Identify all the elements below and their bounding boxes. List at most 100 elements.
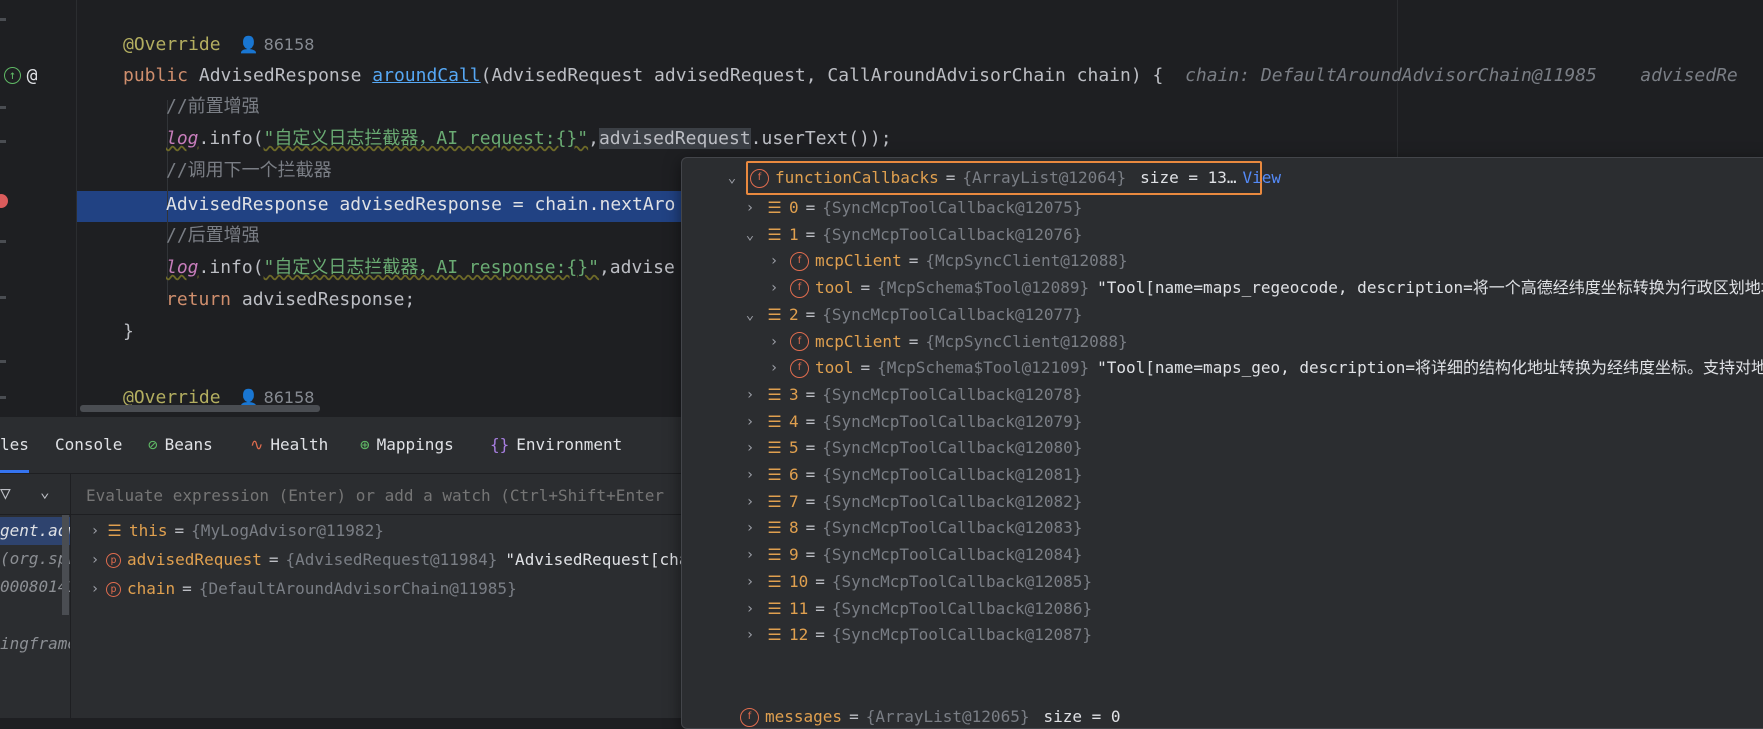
fold-marker <box>0 240 6 243</box>
tree-node-item[interactable]: › ☰ 0 = {SyncMcpToolCallback@12075} <box>740 194 1083 222</box>
chevron-right-icon[interactable]: › <box>740 381 760 409</box>
fold-marker <box>0 396 6 399</box>
tree-node-item[interactable]: › ☰ 3 = {SyncMcpToolCallback@12078} <box>740 381 1083 409</box>
code-comment: //后置增强 <box>166 225 260 246</box>
field-icon: f <box>790 358 809 378</box>
tree-node-item[interactable]: › ☰ 12 = {SyncMcpToolCallback@12087} <box>740 621 1092 649</box>
inline-debug-hint: chain: DefaultAroundAdvisorChain@11985 <box>1185 65 1597 86</box>
horizontal-scrollbar[interactable] <box>80 405 320 412</box>
fold-marker <box>0 360 6 363</box>
chevron-right-icon[interactable]: › <box>740 488 760 516</box>
tree-node-item[interactable]: ⌄ ☰ 2 = {SyncMcpToolCallback@12077} <box>740 301 1083 329</box>
object-icon: ☰ <box>767 518 782 538</box>
variable-row-chain[interactable]: › p chain = {DefaultAroundAdvisorChain@119… <box>84 575 517 603</box>
chevron-right-icon[interactable]: › <box>740 434 760 462</box>
frame-item[interactable] <box>0 601 70 629</box>
fold-marker <box>0 106 6 109</box>
chevron-right-icon[interactable]: › <box>764 274 784 302</box>
frames-scrollbar[interactable] <box>62 515 69 615</box>
tree-node-item[interactable]: › ☰ 4 = {SyncMcpToolCallback@12079} <box>740 408 1083 436</box>
chevron-right-icon[interactable]: › <box>740 514 760 542</box>
tree-node-item[interactable]: › ☰ 5 = {SyncMcpToolCallback@12080} <box>740 434 1083 462</box>
chevron-right-icon[interactable]: › <box>740 541 760 569</box>
object-icon: ☰ <box>767 224 782 244</box>
chevron-right-icon[interactable]: › <box>740 408 760 436</box>
parameter-icon: p <box>106 581 121 597</box>
tree-node-item[interactable]: › ☰ 6 = {SyncMcpToolCallback@12081} <box>740 461 1083 489</box>
code-line-signature: public AdvisedResponse aroundCall(Advise… <box>123 65 1738 86</box>
frame-item[interactable]: 00080143 <box>0 573 70 601</box>
object-icon: ☰ <box>767 571 782 591</box>
frame-item[interactable]: ingframew <box>0 630 70 658</box>
code-line-return: return advisedResponse; <box>166 289 416 310</box>
health-icon: ∿ <box>250 435 264 454</box>
tree-node-functionCallbacks[interactable]: ⌄ f functionCallbacks = {ArrayList@12064} s… <box>722 164 1281 192</box>
object-icon: ☰ <box>767 198 782 217</box>
chevron-right-icon[interactable]: › <box>740 461 760 489</box>
chevron-down-icon[interactable]: ⌄ <box>40 482 50 501</box>
object-icon: ☰ <box>767 438 782 458</box>
object-icon: ☰ <box>767 465 782 484</box>
fold-marker <box>0 140 6 143</box>
chevron-right-icon[interactable]: › <box>740 621 760 649</box>
tree-node-item[interactable]: › ☰ 8 = {SyncMcpToolCallback@12083} <box>740 514 1083 542</box>
tree-node-item[interactable]: › ☰ 9 = {SyncMcpToolCallback@12084} <box>740 541 1083 569</box>
chevron-right-icon[interactable]: › <box>740 595 760 623</box>
editor-gutter[interactable]: ↑ @ <box>0 0 77 416</box>
tree-node-item[interactable]: ⌄ ☰ 1 = {SyncMcpToolCallback@12076} <box>740 221 1083 249</box>
field-icon: f <box>790 278 809 298</box>
tab-health[interactable]: ∿ Health <box>250 417 328 473</box>
breakpoint-icon[interactable] <box>0 194 8 208</box>
tree-node-child[interactable]: › f mcpClient = {McpSyncClient@12088} <box>764 328 1136 356</box>
frame-item[interactable]: gent.advi <box>0 517 70 545</box>
implementing-method-icon[interactable]: ↑ <box>4 66 21 84</box>
tab-console[interactable]: Console <box>55 417 122 473</box>
beans-icon: ⊘ <box>148 435 158 454</box>
object-icon: ☰ <box>767 625 782 645</box>
fold-marker <box>0 296 6 299</box>
chevron-right-icon[interactable]: › <box>740 194 760 222</box>
object-icon: ☰ <box>767 384 782 404</box>
chevron-right-icon[interactable]: › <box>764 247 784 275</box>
tree-node-child[interactable]: › f tool = {McpSchema$Tool@12089} "Tool[name=… <box>764 274 1763 302</box>
chevron-down-icon[interactable]: ⌄ <box>722 164 742 192</box>
variable-row-advisedRequest[interactable]: › p advisedRequest = {AdvisedRequest@11984… <box>84 546 708 574</box>
view-link[interactable]: View <box>1243 164 1282 192</box>
chevron-right-icon[interactable]: › <box>740 568 760 596</box>
object-icon: ☰ <box>767 491 782 511</box>
field-icon: f <box>790 251 809 271</box>
object-icon: ☰ <box>767 411 782 431</box>
chevron-right-icon[interactable]: › <box>764 328 784 356</box>
field-icon: f <box>740 707 759 727</box>
tree-node-child[interactable]: › f tool = {McpSchema$Tool@12109} "Tool[name=… <box>764 354 1763 382</box>
chevron-right-icon[interactable]: › <box>84 575 106 603</box>
tree-node-item[interactable]: › ☰ 10 = {SyncMcpToolCallback@12085} <box>740 568 1092 596</box>
annotation-icon[interactable]: @ <box>23 65 41 86</box>
variable-row-this[interactable]: › ☰ this = {MyLogAdvisor@11982} <box>84 517 384 545</box>
tab-environment[interactable]: {} Environment <box>490 417 622 473</box>
code-line-annotation: @Override 👤 86158 <box>123 34 315 55</box>
value-tooltip-popup[interactable]: ⌄ f functionCallbacks = {ArrayList@12064} s… <box>681 157 1763 729</box>
evaluate-expression-input[interactable] <box>84 482 668 508</box>
code-line-close: } <box>123 321 134 342</box>
chevron-down-icon[interactable]: ⌄ <box>740 221 760 249</box>
filter-icon[interactable]: ▽ <box>0 483 11 504</box>
chevron-right-icon[interactable]: › <box>84 546 106 574</box>
chevron-down-icon[interactable]: ⌄ <box>740 301 760 329</box>
frame-item[interactable]: (org.spr <box>0 545 70 573</box>
environment-icon: {} <box>490 435 510 454</box>
code-comment: //前置增强 <box>166 96 260 117</box>
tree-node-child[interactable]: › f mcpClient = {McpSyncClient@12088} <box>764 247 1136 275</box>
tree-node-item[interactable]: › ☰ 11 = {SyncMcpToolCallback@12086} <box>740 595 1092 623</box>
mappings-icon: ⊕ <box>360 435 370 454</box>
tab-beans[interactable]: ⊘ Beans <box>148 417 213 473</box>
tree-node-messages[interactable]: f messages = {ArrayList@12065} size = 0 <box>740 703 1121 728</box>
frames-list: gent.advi (org.spr 00080143 ingframew <box>0 515 71 718</box>
tab-variables[interactable]: les <box>0 417 29 473</box>
chevron-right-icon[interactable]: › <box>84 517 106 545</box>
method-name-aroundCall[interactable]: aroundCall <box>372 65 480 86</box>
tree-node-item[interactable]: › ☰ 7 = {SyncMcpToolCallback@12082} <box>740 488 1083 516</box>
tab-mappings[interactable]: ⊕ Mappings <box>360 417 454 473</box>
chevron-right-icon[interactable]: › <box>764 354 784 382</box>
usages-hint[interactable]: 👤 86158 <box>239 35 315 54</box>
